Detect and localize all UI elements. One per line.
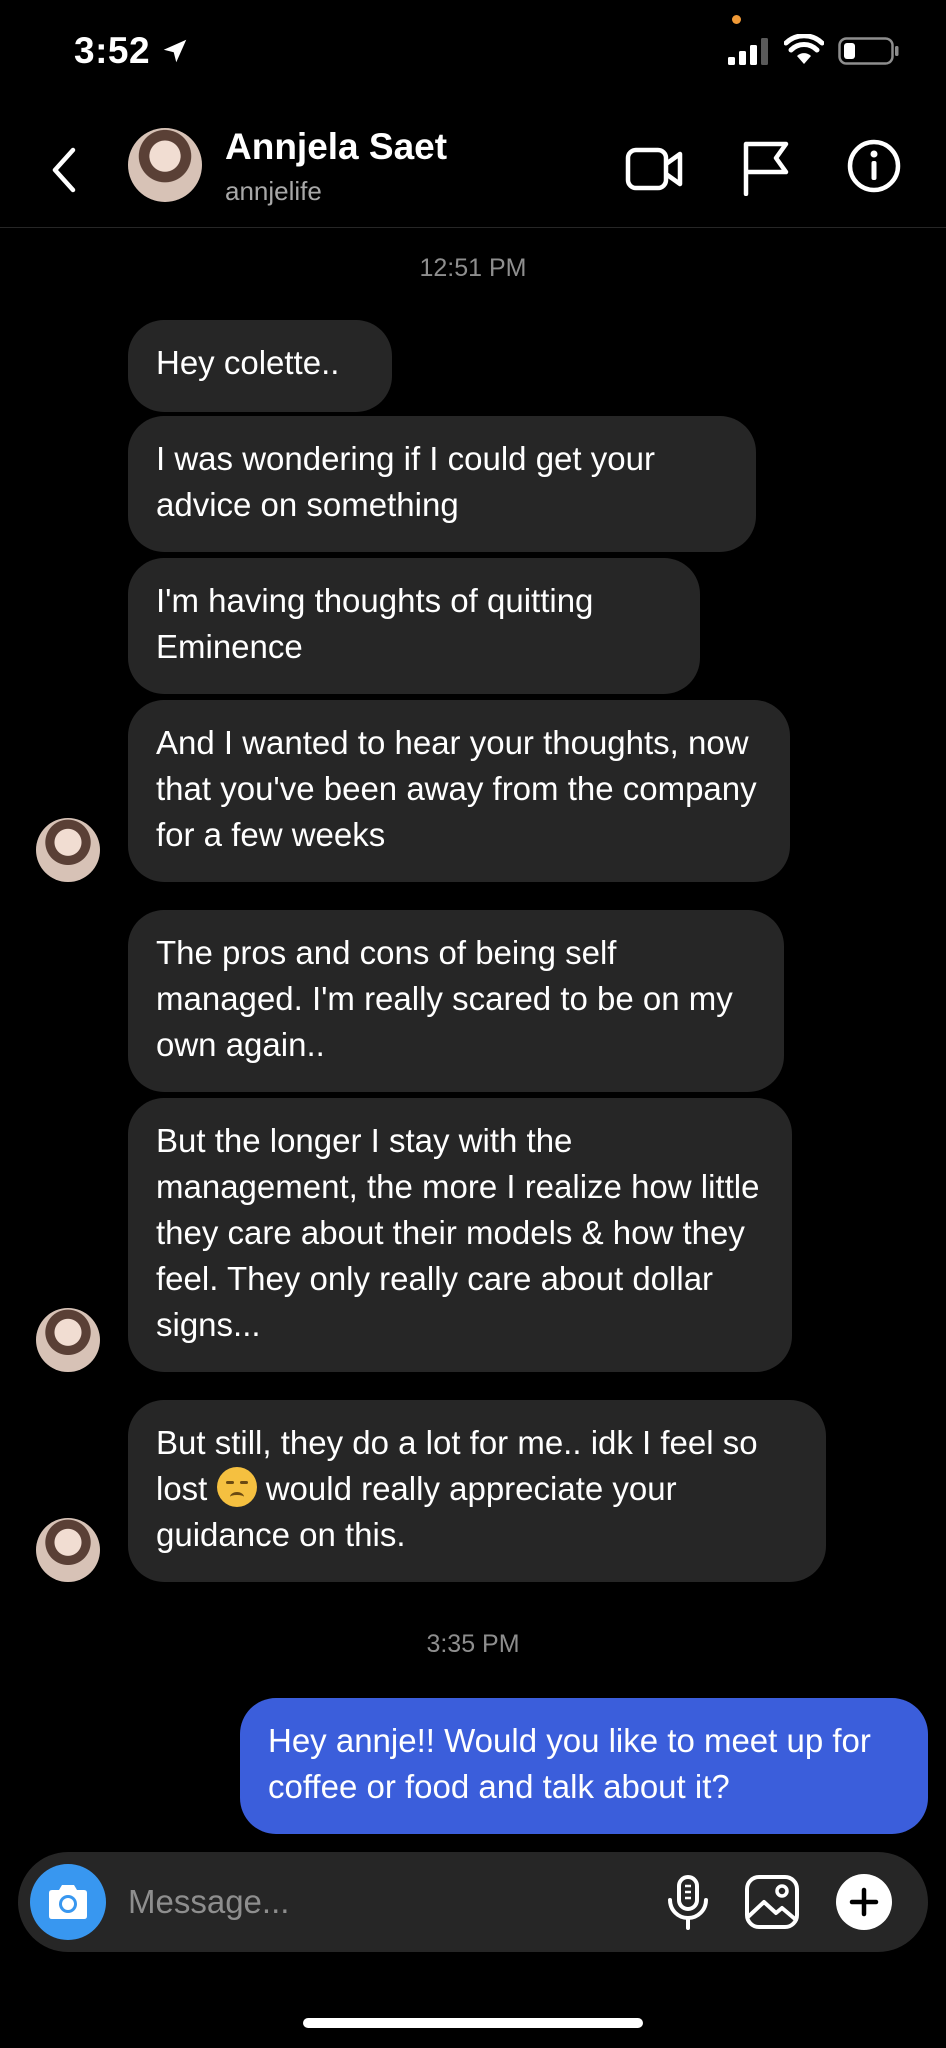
message-text: But the longer I stay with the managemen… [156,1122,760,1343]
timestamp: 12:51 PM [419,254,527,282]
sender-avatar[interactable] [36,1308,100,1372]
received-message[interactable]: I was wondering if I could get your advi… [128,416,756,552]
privacy-indicator-dot [732,15,741,24]
home-indicator[interactable] [303,2018,643,2028]
received-message[interactable]: But still, they do a lot for me.. idk I … [128,1400,826,1582]
contact-username[interactable]: annjelife [225,176,322,207]
sent-message[interactable]: Hey annje!! Would you like to meet up fo… [240,1698,928,1834]
message-input[interactable] [128,1876,648,1928]
camera-icon [49,1885,87,1919]
sender-avatar[interactable] [36,1518,100,1582]
message-text: I'm having thoughts of quitting Eminence [156,582,594,665]
message-text: Hey colette.. [156,344,340,381]
pensive-face-icon [216,1467,257,1507]
contact-name[interactable]: Annjela Saet [225,126,447,168]
plus-icon [849,1887,879,1917]
battery-icon [838,37,899,65]
status-bar: 3:52 [0,0,946,110]
received-message[interactable]: The pros and cons of being self managed.… [128,910,784,1092]
contact-avatar[interactable] [128,128,202,202]
video-call-icon[interactable] [624,140,684,196]
more-options-button[interactable] [836,1874,892,1930]
message-text: Hey annje!! Would you like to meet up fo… [268,1722,871,1805]
location-arrow-icon [163,39,187,63]
sender-avatar[interactable] [36,818,100,882]
back-button[interactable] [40,140,88,200]
info-icon[interactable] [846,138,902,194]
gallery-icon[interactable] [742,1872,802,1932]
message-text: The pros and cons of being self managed.… [156,934,733,1063]
received-message[interactable]: Hey colette.. [128,320,392,412]
timestamp: 3:35 PM [426,1630,520,1658]
conversation-header: Annjela Saet annjelife [0,110,946,228]
flag-icon[interactable] [740,138,792,196]
message-text: I was wondering if I could get your advi… [156,440,655,523]
camera-button[interactable] [30,1864,106,1940]
received-message[interactable]: I'm having thoughts of quitting Eminence [128,558,700,694]
cellular-signal-icon [728,38,768,65]
status-time: 3:52 [74,30,151,71]
message-composer [18,1852,928,1952]
message-text: And I wanted to hear your thoughts, now … [156,724,757,853]
received-message[interactable]: And I wanted to hear your thoughts, now … [128,700,790,882]
microphone-icon[interactable] [658,1872,718,1932]
wifi-icon [784,34,824,64]
received-message[interactable]: But the longer I stay with the managemen… [128,1098,792,1372]
chevron-left-icon [52,147,76,193]
